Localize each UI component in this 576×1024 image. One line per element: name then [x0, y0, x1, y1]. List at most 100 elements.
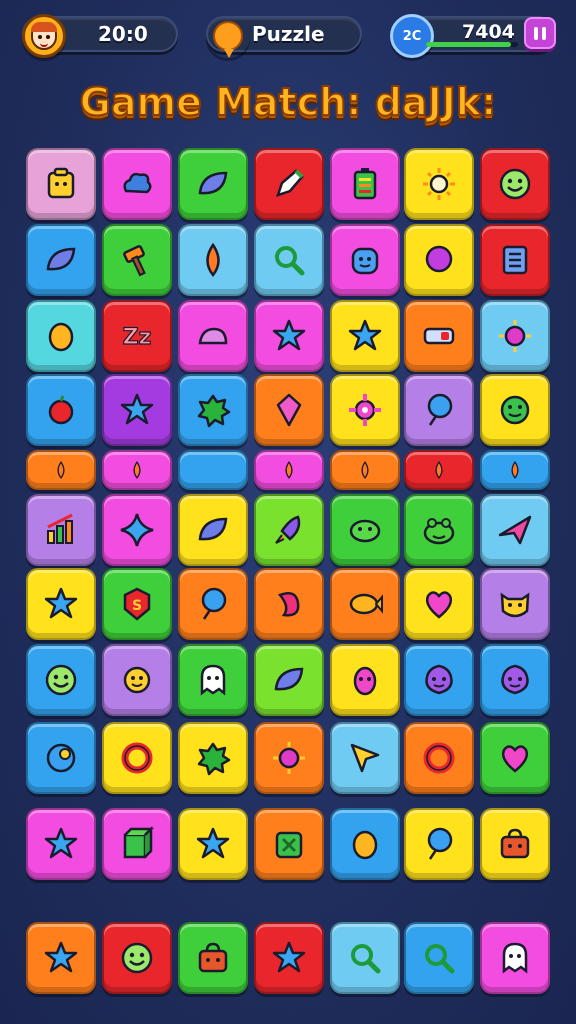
- board-tile[interactable]: [480, 224, 550, 296]
- board-tile[interactable]: [254, 722, 324, 794]
- board-tile[interactable]: [404, 224, 474, 296]
- timer-pill: 20:0: [22, 14, 178, 58]
- board-tile[interactable]: [178, 450, 248, 490]
- cat-face-icon: [500, 592, 530, 618]
- board-tile[interactable]: [26, 568, 96, 640]
- ring-icon: [121, 742, 153, 774]
- board-tile[interactable]: [178, 568, 248, 640]
- board-tile[interactable]: S: [102, 568, 172, 640]
- fish-icon: [349, 593, 383, 615]
- board-tile[interactable]: [102, 148, 172, 220]
- board-tile[interactable]: [404, 374, 474, 446]
- board-tile[interactable]: [102, 722, 172, 794]
- star-icon: [196, 827, 230, 859]
- star-icon: [348, 319, 382, 351]
- board-tile[interactable]: [178, 722, 248, 794]
- board-tile[interactable]: [480, 494, 550, 566]
- board-tile[interactable]: [254, 300, 324, 372]
- smile-face-icon: [499, 168, 531, 200]
- board-tile[interactable]: [254, 494, 324, 566]
- tray-tile[interactable]: [102, 922, 172, 994]
- smile-face-icon: [121, 942, 153, 974]
- board-tile[interactable]: [480, 808, 550, 880]
- drop-icon: [133, 460, 141, 479]
- board-tile[interactable]: [480, 300, 550, 372]
- board-tile[interactable]: [254, 808, 324, 880]
- zz-icon: Zz: [122, 324, 152, 350]
- board-tile[interactable]: [102, 494, 172, 566]
- tray-tile[interactable]: [330, 922, 400, 994]
- bubble-icon: [425, 245, 453, 273]
- board-tile[interactable]: [330, 722, 400, 794]
- board-tile[interactable]: [26, 722, 96, 794]
- board-tile[interactable]: [254, 374, 324, 446]
- board-tile[interactable]: [26, 374, 96, 446]
- board-tile[interactable]: [254, 224, 324, 296]
- shield-icon: [276, 393, 302, 427]
- board-tile[interactable]: [254, 644, 324, 716]
- board-tile[interactable]: [254, 148, 324, 220]
- tray-tile[interactable]: [480, 922, 550, 994]
- board-tile[interactable]: [404, 450, 474, 490]
- board-tile[interactable]: [178, 300, 248, 372]
- board-tile[interactable]: [178, 148, 248, 220]
- board-tile[interactable]: [404, 568, 474, 640]
- tray-tile[interactable]: [254, 922, 324, 994]
- board-tile[interactable]: [404, 148, 474, 220]
- hammer-icon: [123, 245, 146, 277]
- board-tile[interactable]: [178, 808, 248, 880]
- board-tile[interactable]: [480, 374, 550, 446]
- board-tile[interactable]: [178, 644, 248, 716]
- board-tile[interactable]: [26, 148, 96, 220]
- board-tile[interactable]: [102, 374, 172, 446]
- tray-tile[interactable]: [404, 922, 474, 994]
- board-tile[interactable]: [480, 148, 550, 220]
- board-tile[interactable]: [26, 808, 96, 880]
- board-tile[interactable]: [330, 148, 400, 220]
- board-tile[interactable]: [178, 374, 248, 446]
- board-tile[interactable]: [102, 644, 172, 716]
- board-tile[interactable]: [404, 644, 474, 716]
- board-tile[interactable]: [178, 494, 248, 566]
- board-tile[interactable]: [480, 722, 550, 794]
- gem-icon: [499, 320, 531, 352]
- mode-pill[interactable]: Puzzle: [206, 16, 362, 58]
- board-tile[interactable]: [178, 224, 248, 296]
- board-tile[interactable]: [330, 644, 400, 716]
- board-tile[interactable]: [480, 644, 550, 716]
- board-tile[interactable]: [254, 450, 324, 490]
- score-progress-bar: [426, 42, 518, 47]
- player-avatar[interactable]: [22, 14, 66, 58]
- board-tile[interactable]: [404, 722, 474, 794]
- board-tile[interactable]: [330, 450, 400, 490]
- score-progress-fill: [426, 42, 511, 47]
- board-tile[interactable]: [330, 494, 400, 566]
- board-tile[interactable]: [26, 224, 96, 296]
- board-tile[interactable]: [480, 568, 550, 640]
- moon-icon: [46, 743, 76, 773]
- board-tile[interactable]: [26, 494, 96, 566]
- board-tile[interactable]: [480, 450, 550, 490]
- board-tile[interactable]: [26, 300, 96, 372]
- pause-button[interactable]: [524, 17, 556, 49]
- tray-tile[interactable]: [26, 922, 96, 994]
- board-tile[interactable]: [254, 568, 324, 640]
- board-tile[interactable]: Zz: [102, 300, 172, 372]
- board-tile[interactable]: [330, 224, 400, 296]
- board-tile[interactable]: [330, 300, 400, 372]
- board-tile[interactable]: [330, 568, 400, 640]
- board-tile[interactable]: [102, 224, 172, 296]
- board-tile[interactable]: [404, 494, 474, 566]
- board-tile[interactable]: [404, 300, 474, 372]
- board-tile[interactable]: [330, 374, 400, 446]
- leaf-icon: [274, 667, 304, 691]
- drop-icon: [57, 460, 65, 479]
- board-tile[interactable]: [102, 450, 172, 490]
- board-tile[interactable]: [26, 450, 96, 490]
- board-tile[interactable]: [330, 808, 400, 880]
- board-tile[interactable]: [102, 808, 172, 880]
- board-tile[interactable]: [26, 644, 96, 716]
- board-tile[interactable]: [404, 808, 474, 880]
- drop-icon: [361, 460, 369, 479]
- tray-tile[interactable]: [178, 922, 248, 994]
